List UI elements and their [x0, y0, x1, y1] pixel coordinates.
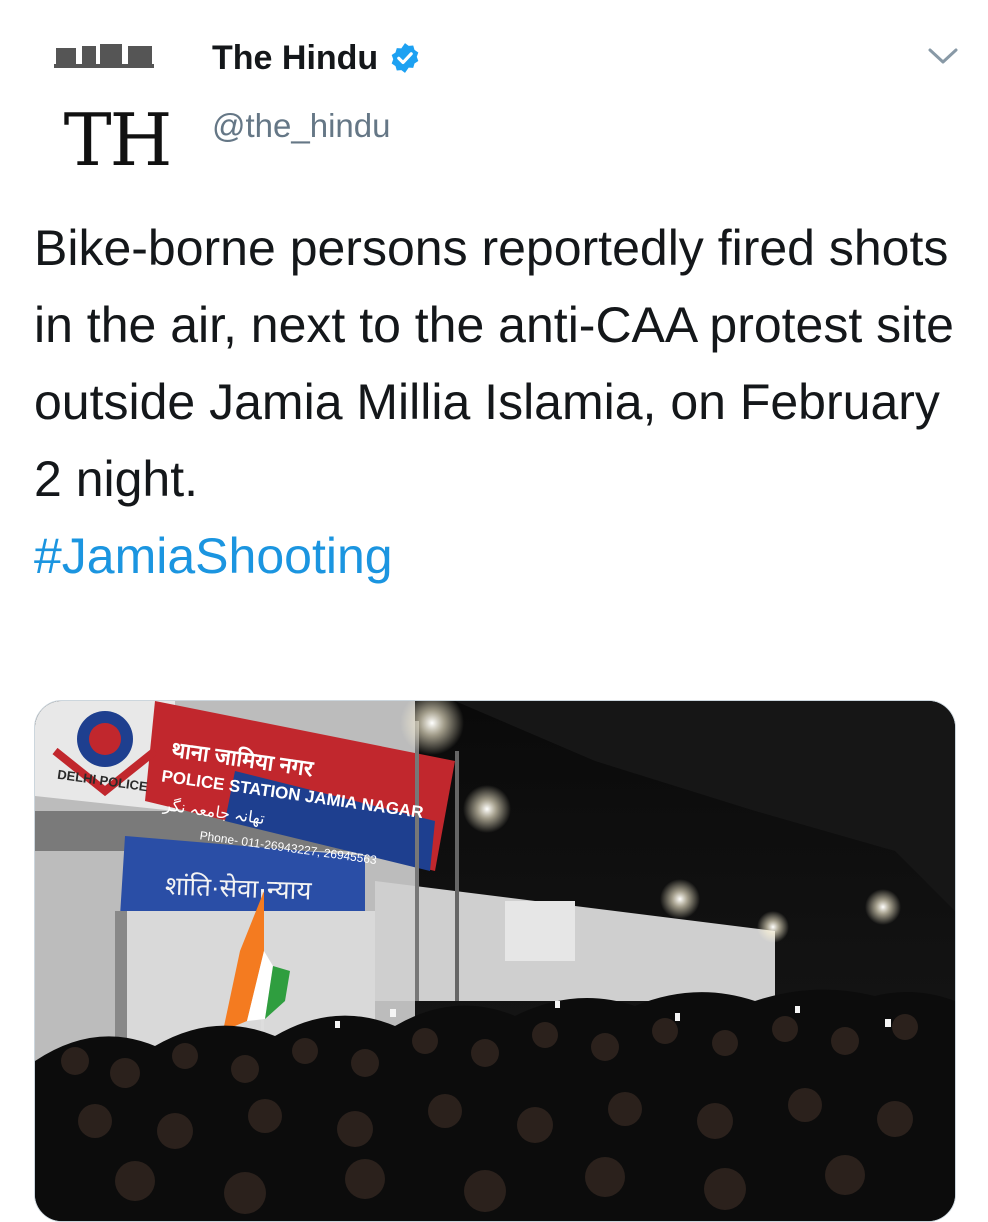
- sign-urdu-text: تھانہ جامعہ نگر: [162, 797, 266, 829]
- account-handle[interactable]: @the_hindu: [212, 104, 390, 148]
- verified-badge-icon: [391, 43, 419, 73]
- motto-panel-text: शांति·सेवा·न्याय: [164, 870, 313, 906]
- tweet-body: Bike-borne persons reportedly fired shot…: [34, 220, 954, 507]
- profile-avatar[interactable]: TH: [34, 34, 174, 176]
- avatar-logo-text: TH: [63, 98, 173, 182]
- sign-phone-text: Phone- 011-26943227, 26945563: [198, 828, 378, 868]
- hashtag-link[interactable]: #JamiaShooting: [34, 518, 964, 595]
- display-name[interactable]: The Hindu: [212, 36, 378, 80]
- tweet-text: Bike-borne persons reportedly fired shot…: [34, 210, 964, 595]
- tweet-media-image[interactable]: थाना जामिया नगर POLICE STATION JAMIA NAG…: [34, 700, 956, 1222]
- chevron-down-icon[interactable]: [926, 44, 960, 68]
